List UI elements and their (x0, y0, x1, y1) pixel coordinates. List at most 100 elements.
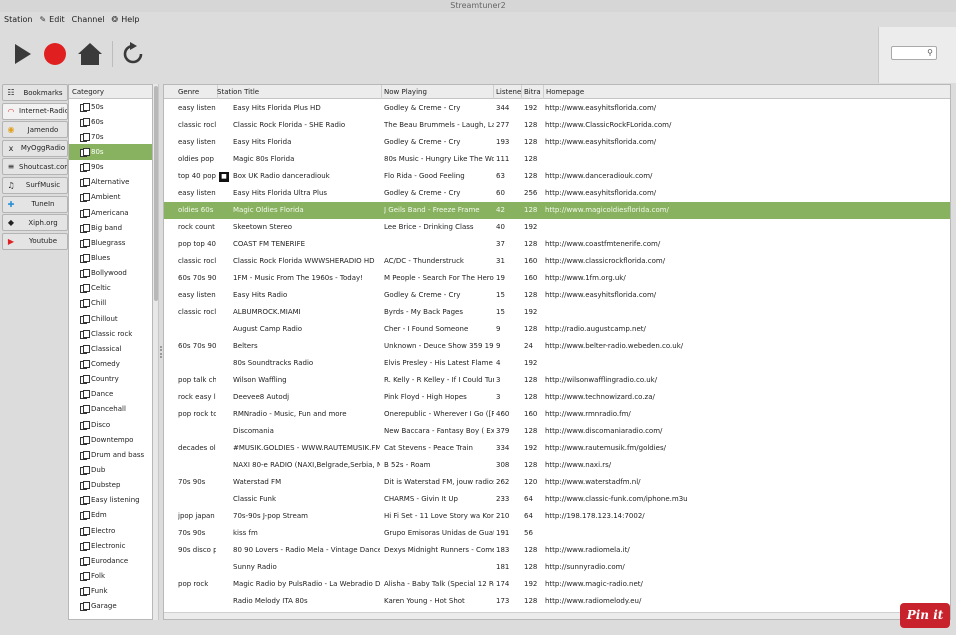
reload-button[interactable] (120, 41, 146, 67)
table-row[interactable]: oldies pop Magic 80s Florida 80s Music - H… (164, 151, 950, 168)
category-item[interactable]: Chillout (69, 311, 152, 326)
sidebar-item-bookmarks[interactable]: ☷ Bookmarks (2, 84, 68, 101)
table-row[interactable]: easy listen Easy Hits Florida Godley & Cre… (164, 134, 950, 151)
column-bitrate[interactable]: Bitra (522, 85, 544, 99)
table-row[interactable]: easy listen Easy Hits Florida Ultra Plus G… (164, 185, 950, 202)
homepage-link[interactable]: http://www.easyhitsflorida.com/ (545, 134, 945, 151)
table-row[interactable]: oldies 60s Magic Oldies Florida J Geils Ba… (164, 202, 950, 219)
category-item[interactable]: Electro (69, 523, 152, 538)
category-item[interactable]: Dancehall (69, 402, 152, 417)
station-horizontal-scrollbar[interactable] (164, 612, 950, 619)
category-item[interactable]: Garage (69, 599, 152, 614)
category-item[interactable]: Celtic (69, 281, 152, 296)
homepage-link[interactable]: http://www.radiomelody.eu/ (545, 593, 945, 610)
category-item[interactable]: Downtempo (69, 432, 152, 447)
menu-station[interactable]: Station (4, 15, 32, 24)
category-item[interactable]: 90s (69, 160, 152, 175)
table-row[interactable]: 70s 90s Waterstad FM Dit is Waterstad FM, … (164, 474, 950, 491)
category-item[interactable]: Bollywood (69, 266, 152, 281)
sidebar-item-tunein[interactable]: ✚ TuneIn (2, 195, 68, 213)
table-row[interactable]: 90s disco p 80 90 Lovers - Radio Mela - V… (164, 542, 950, 559)
table-row[interactable]: 80s Soundtracks Radio Elvis Presley - His… (164, 355, 950, 372)
category-item[interactable]: Eurodance (69, 553, 152, 568)
record-button[interactable] (42, 41, 68, 67)
category-item[interactable]: 80s (69, 144, 152, 160)
sidebar-item-internet-radio[interactable]: ◠ Internet-Radio (2, 102, 68, 120)
category-item[interactable]: Classic rock (69, 326, 152, 341)
homepage-link[interactable]: http://www.ClassicRockFLorida.com/ (545, 117, 945, 134)
home-button[interactable] (77, 41, 103, 67)
category-item[interactable]: Dance (69, 387, 152, 402)
search-icon[interactable]: ⚲ (927, 48, 933, 57)
table-row[interactable]: pop rock tc RMNradio - Music, Fun and mor… (164, 406, 950, 423)
menu-channel[interactable]: Channel (72, 15, 105, 24)
sidebar-item-shoutcast-com[interactable]: ≡ Shoutcast.com (2, 158, 68, 176)
category-item[interactable]: Big band (69, 220, 152, 235)
table-row[interactable]: 70s 90s kiss fm Grupo Emisoras Unidas de G… (164, 525, 950, 542)
category-item[interactable]: Classical (69, 341, 152, 356)
homepage-link[interactable]: http://www.waterstadfm.nl/ (545, 474, 945, 491)
homepage-link[interactable]: http://www.radiomela.it/ (545, 542, 945, 559)
homepage-link[interactable]: http://www.rautemusik.fm/goldies/ (545, 440, 945, 457)
category-item[interactable]: 50s (69, 99, 152, 114)
search-input[interactable] (892, 47, 926, 59)
table-row[interactable]: 60s 70s 90 1FM - Music From The 1960s - T… (164, 270, 950, 287)
table-row[interactable]: rock easy l Deevee8 Autodj Pink Floyd - Hi… (164, 389, 950, 406)
column-listeners[interactable]: Listene (494, 85, 522, 99)
homepage-link[interactable]: http://www.coastfmtenerife.com/ (545, 236, 945, 253)
category-header[interactable]: Category (69, 85, 152, 99)
homepage-link[interactable]: http://www.easyhitsflorida.com/ (545, 185, 945, 202)
column-homepage[interactable]: Homepage (544, 85, 950, 99)
table-row[interactable]: classic rocl Classic Rock Florida - SHE R… (164, 117, 950, 134)
table-row[interactable]: August Camp Radio Cher - I Found Someone 9… (164, 321, 950, 338)
homepage-link[interactable] (545, 151, 945, 168)
homepage-link[interactable]: http://www.1fm.org.uk/ (545, 270, 945, 287)
table-row[interactable]: decades ol #MUSIK.GOLDIES - WWW.RAUTEMUSI… (164, 440, 950, 457)
homepage-link[interactable]: http://radio.augustcamp.net/ (545, 321, 945, 338)
sidebar-item-xiph-org[interactable]: ◆ Xiph.org (2, 214, 68, 232)
play-button[interactable] (9, 41, 35, 67)
category-item[interactable]: Disco (69, 417, 152, 432)
category-item[interactable]: Drum and bass (69, 447, 152, 462)
table-row[interactable]: Radio Melody ITA 80s Karen Young - Hot Sh… (164, 593, 950, 610)
table-row[interactable]: NAXI 80-e RADIO (NAXI,Belgrade,Serbia, N… (164, 457, 950, 474)
category-item[interactable]: Funk (69, 584, 152, 599)
category-item[interactable]: Edm (69, 508, 152, 523)
homepage-link[interactable]: http://www.easyhitsflorida.com/ (545, 100, 945, 117)
sidebar-item-youtube[interactable]: ▶ Youtube (2, 232, 68, 250)
sidebar-item-surfmusic[interactable]: ♫ SurfMusic (2, 176, 68, 194)
table-row[interactable]: Discomania New Baccara - Fantasy Boy ( Ex… (164, 423, 950, 440)
category-item[interactable]: Dubstep (69, 478, 152, 493)
table-row[interactable]: pop top 40 COAST FM TENERIFE 37 128 http://w… (164, 236, 950, 253)
category-scrollbar-thumb[interactable] (154, 86, 158, 301)
table-row[interactable]: Classic Funk CHARMS - Givin It Up 233 64 htt… (164, 491, 950, 508)
column-genre[interactable]: Genre (176, 85, 218, 99)
category-item[interactable]: Bluegrass (69, 235, 152, 250)
sidebar-item-myoggradio[interactable]: x MyOggRadio (2, 139, 68, 157)
category-item[interactable]: Chill (69, 296, 152, 311)
table-row[interactable]: 60s 70s 90 Belters Unknown - Deuce Show 35… (164, 338, 950, 355)
column-station-title[interactable]: Station Title (215, 85, 382, 99)
homepage-link[interactable] (545, 525, 945, 542)
table-row[interactable]: classic rocl ALBUMROCK.MIAMI Byrds - My Ba… (164, 304, 950, 321)
category-item[interactable]: Folk (69, 568, 152, 583)
homepage-link[interactable]: http://www.classicrockflorida.com/ (545, 253, 945, 270)
table-row[interactable]: pop rock Magic Radio by PulsRadio - La We… (164, 576, 950, 593)
category-item[interactable]: Dub (69, 462, 152, 477)
homepage-link[interactable]: http://www.discomaniaradio.com/ (545, 423, 945, 440)
homepage-link[interactable]: http://www.naxi.rs/ (545, 457, 945, 474)
category-item[interactable]: 60s (69, 114, 152, 129)
homepage-link[interactable] (545, 219, 945, 236)
table-row[interactable]: rock count Skeetown Stereo Lee Brice - Dri… (164, 219, 950, 236)
homepage-link[interactable]: http://www.magic-radio.net/ (545, 576, 945, 593)
table-row[interactable]: easy listen Easy Hits Radio Godley & Creme… (164, 287, 950, 304)
menu-edit[interactable]: ✎ Edit (39, 15, 64, 24)
homepage-link[interactable]: http://198.178.123.14:7002/ (545, 508, 945, 525)
homepage-link[interactable] (545, 304, 945, 321)
homepage-link[interactable]: http://sunnyradio.com/ (545, 559, 945, 576)
homepage-link[interactable]: http://www.magicoldiesflorida.com/ (545, 202, 945, 219)
category-item[interactable]: Electronic (69, 538, 152, 553)
table-row[interactable]: top 40 pop Box UK Radio danceradiouk Flo R… (164, 168, 950, 185)
homepage-link[interactable]: http://www.danceradiouk.com/ (545, 168, 945, 185)
category-item[interactable]: Americana (69, 205, 152, 220)
